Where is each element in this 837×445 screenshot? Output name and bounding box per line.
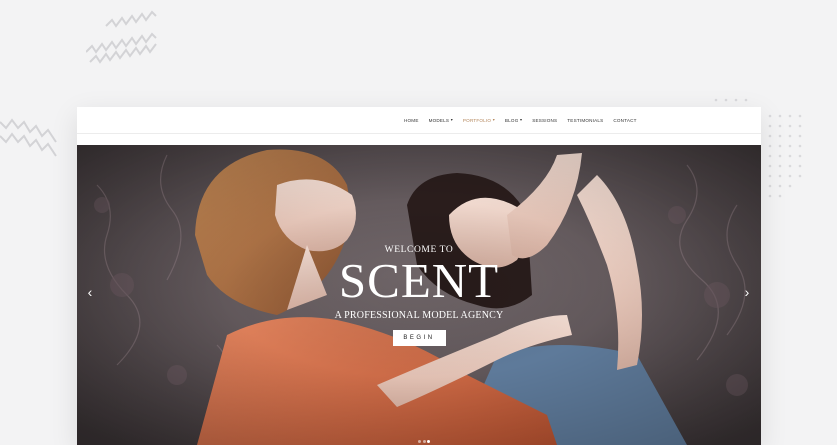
caret-down-icon: ▾	[492, 117, 495, 122]
nav-item-portfolio[interactable]: PORTFOLIO ▾	[458, 118, 500, 123]
nav-item-label: SESSIONS	[532, 117, 558, 123]
chevron-right-icon[interactable]: ›	[740, 285, 754, 299]
hero-slider: WELCOME TO SCENT A PROFESSIONAL MODEL AG…	[77, 145, 761, 445]
nav-item-blog[interactable]: BLOG ▾	[500, 118, 527, 123]
slider-dot[interactable]	[418, 440, 421, 443]
slider-pagination	[418, 440, 430, 443]
nav-item-contact[interactable]: CONTACT	[608, 118, 641, 123]
hero-tagline: A PROFESSIONAL MODEL AGENCY	[334, 310, 504, 321]
nav-item-label: HOME	[404, 117, 419, 123]
caret-down-icon: ▾	[450, 117, 453, 122]
slider-dot[interactable]	[422, 440, 426, 443]
nav-item-label: CONTACT	[613, 117, 637, 123]
website-preview-frame: HOME MODELS ▾ PORTFOLIO ▾ BLOG ▾ SESSION…	[77, 107, 761, 445]
hero-caption: WELCOME TO SCENT A PROFESSIONAL MODEL AG…	[319, 245, 519, 346]
caret-down-icon: ▾	[519, 117, 523, 122]
nav-item-sessions[interactable]: SESSIONS	[527, 118, 562, 123]
top-navbar: HOME MODELS ▾ PORTFOLIO ▾ BLOG ▾ SESSION…	[77, 107, 761, 133]
nav-item-home[interactable]: HOME	[399, 118, 424, 123]
zigzag-decoration-top	[86, 10, 157, 64]
nav-item-label: TESTIMONIALS	[567, 117, 604, 123]
nav-item-models[interactable]: MODELS ▾	[424, 118, 458, 123]
nav-item-label: PORTFOLIO	[462, 117, 492, 123]
nav-item-label: BLOG	[504, 117, 519, 123]
nav-item-testimonials[interactable]: TESTIMONIALS	[562, 118, 608, 123]
chevron-left-icon[interactable]: ‹	[83, 285, 97, 299]
navbar-spacer	[77, 134, 761, 145]
hero-brand-title: SCENT	[338, 253, 500, 308]
zigzag-decoration-left	[0, 118, 57, 157]
nav-item-label: MODELS	[428, 117, 450, 123]
begin-button[interactable]: BEGIN	[392, 330, 446, 346]
slider-dot-active[interactable]	[427, 440, 430, 443]
main-menu: HOME MODELS ▾ PORTFOLIO ▾ BLOG ▾ SESSION…	[399, 107, 642, 133]
